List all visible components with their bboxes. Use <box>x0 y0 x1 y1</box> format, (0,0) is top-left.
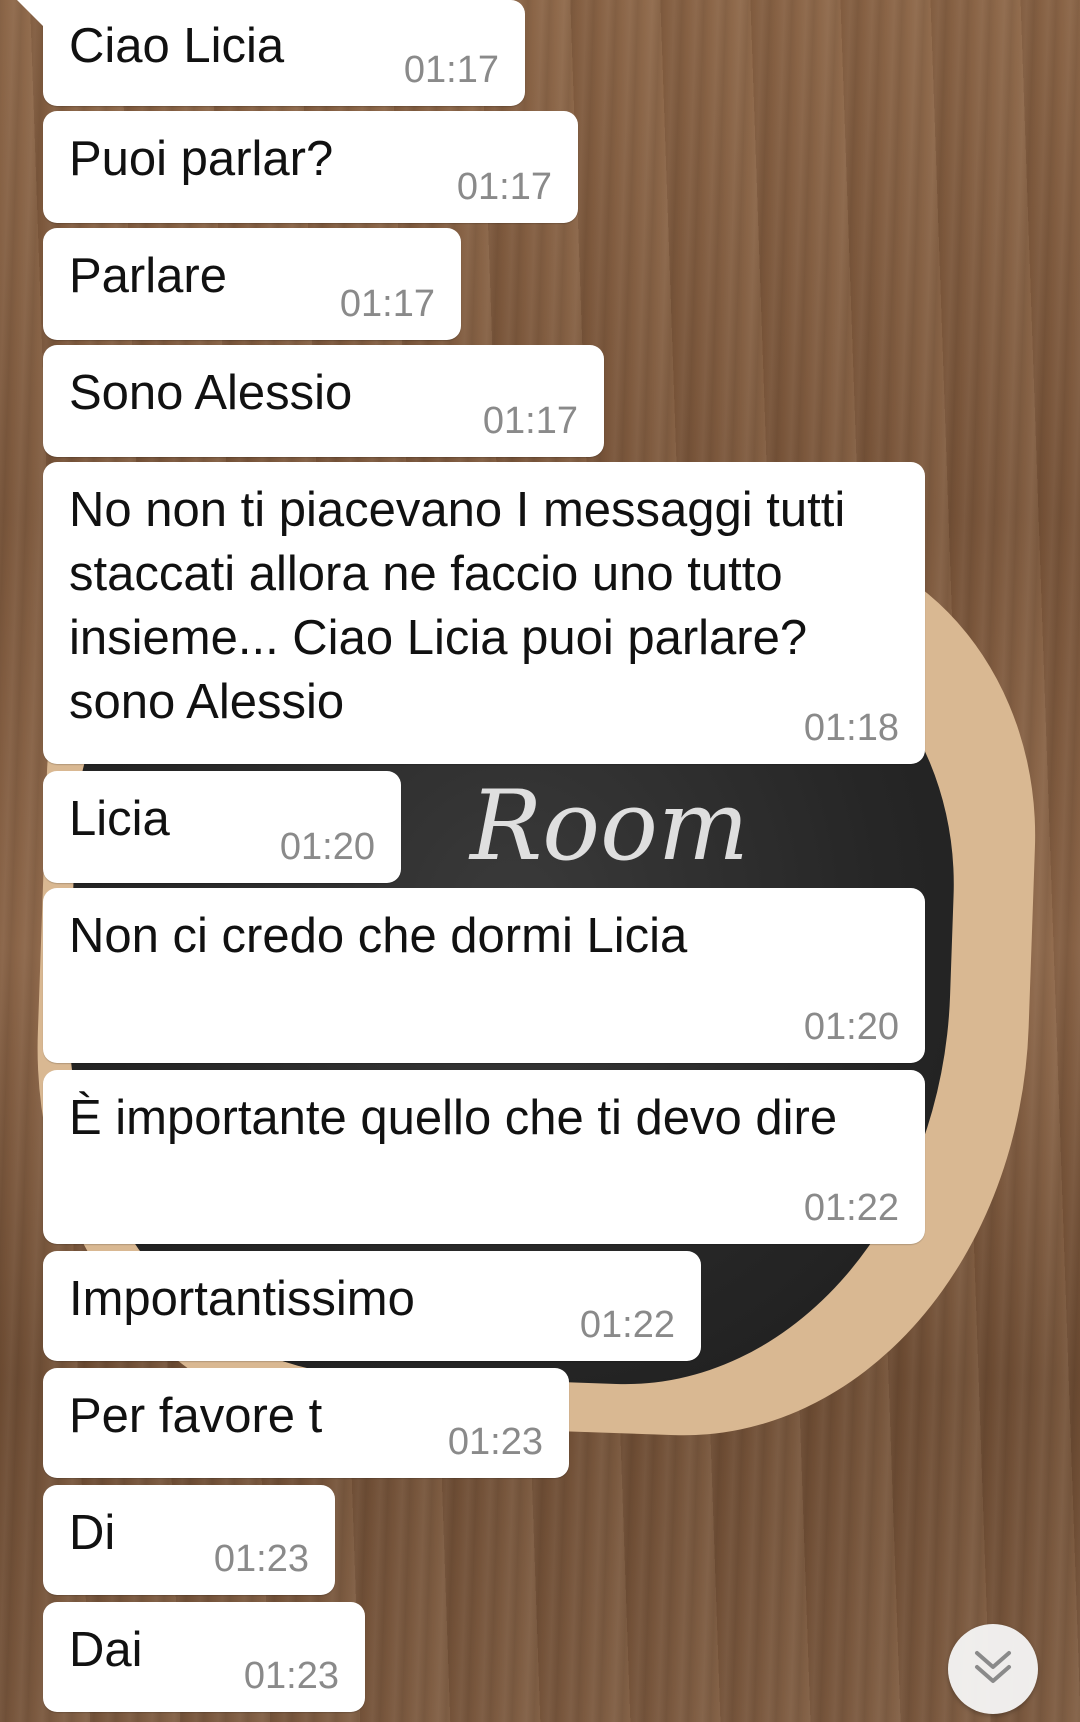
message-time: 01:23 <box>243 1655 339 1697</box>
message-text: È importante quello che ti devo dire <box>69 1091 838 1145</box>
message-time: 01:20 <box>279 826 375 868</box>
message-time: 01:17 <box>339 283 435 325</box>
message-bubble[interactable]: Puoi parlar? 01:17 <box>43 111 578 223</box>
double-chevron-down-icon <box>971 1647 1015 1692</box>
message-time: 01:22 <box>803 1187 899 1229</box>
message-time: 01:17 <box>403 49 499 91</box>
message-bubble[interactable]: Ciao Licia 01:17 <box>17 0 525 106</box>
message-bubble[interactable]: Di 01:23 <box>43 1485 335 1595</box>
message-time: 01:18 <box>803 707 899 749</box>
message-bubble[interactable]: Dai 01:23 <box>43 1602 365 1712</box>
message-bubble[interactable]: No non ti piacevano I messaggi tutti sta… <box>43 462 925 764</box>
message-time: 01:17 <box>482 400 578 442</box>
message-time: 01:23 <box>213 1538 309 1580</box>
message-time: 01:17 <box>456 166 552 208</box>
scroll-to-bottom-button[interactable] <box>948 1624 1038 1714</box>
message-bubble[interactable]: Licia 01:20 <box>43 771 401 883</box>
message-bubble[interactable]: Per favore t 01:23 <box>43 1368 569 1478</box>
message-bubble[interactable]: È importante quello che ti devo dire 01:… <box>43 1070 925 1244</box>
message-time: 01:23 <box>447 1421 543 1463</box>
message-text: Non ci credo che dormi Licia <box>69 909 688 963</box>
message-bubble[interactable]: Sono Alessio 01:17 <box>43 345 604 457</box>
message-bubble[interactable]: Parlare 01:17 <box>43 228 461 340</box>
chalkboard-text: Room <box>470 770 749 882</box>
message-time: 01:22 <box>579 1304 675 1346</box>
message-time: 01:20 <box>803 1006 899 1048</box>
bubble-tail <box>17 0 43 26</box>
message-bubble[interactable]: Importantissimo 01:22 <box>43 1251 701 1361</box>
message-bubble[interactable]: Non ci credo che dormi Licia 01:20 <box>43 888 925 1063</box>
message-text: No non ti piacevano I messaggi tutti sta… <box>69 483 846 729</box>
